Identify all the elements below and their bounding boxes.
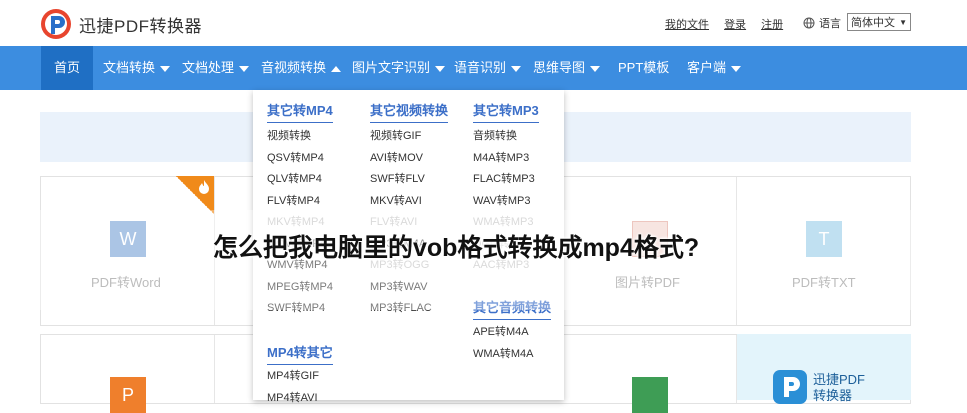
caret-down-icon xyxy=(590,65,601,72)
top-links: 我的文件 登录 注册 xyxy=(665,16,795,32)
nav-doc-convert[interactable]: 文档转换 xyxy=(103,46,171,90)
register-link[interactable]: 注册 xyxy=(761,19,783,31)
col-head-mp4-to-other[interactable]: MP4转其它 xyxy=(267,342,333,365)
language-select-value: 简体中文 xyxy=(851,17,895,29)
promo-sub: 转换器 xyxy=(813,388,853,403)
nav-doc-process[interactable]: 文档处理 xyxy=(182,46,250,90)
card-pdf-green[interactable] xyxy=(563,335,737,413)
caret-down-icon xyxy=(731,65,742,72)
hot-badge xyxy=(176,176,214,214)
dropdown-menu-item[interactable]: FLAC转MP3 xyxy=(473,170,535,186)
dropdown-menu-item[interactable]: MKV转AVI xyxy=(370,192,422,208)
col-head-other-video[interactable]: 其它视频转换 xyxy=(370,100,449,123)
dropdown-menu-item[interactable]: QLV转MP4 xyxy=(267,170,322,186)
nav-av-convert[interactable]: 音视频转换 xyxy=(261,46,342,90)
dropdown-menu-item[interactable]: FLV转MP4 xyxy=(267,192,320,208)
promo-card[interactable]: 迅捷PDF 转换器 xyxy=(737,334,911,404)
caret-down-icon xyxy=(435,65,446,72)
nav-home[interactable]: 首页 xyxy=(41,46,93,90)
dropdown-menu-item[interactable]: MP4转AVI xyxy=(267,389,318,405)
language-select[interactable]: 简体中文 ▼ xyxy=(847,13,911,31)
ppt-file-icon: P xyxy=(110,377,146,413)
card-ppt[interactable]: P xyxy=(41,335,215,413)
nav-speech-label: 语音识别 xyxy=(454,60,507,75)
nav-client[interactable]: 客户端 xyxy=(687,46,742,90)
promo-brand: 迅捷PDF xyxy=(813,372,866,387)
caret-down-icon xyxy=(160,65,171,72)
nav-doc-process-label: 文档处理 xyxy=(182,60,235,75)
dropdown-menu-item[interactable]: M4A转MP3 xyxy=(473,149,529,165)
my-files-link[interactable]: 我的文件 xyxy=(665,19,709,31)
dropdown-menu-item[interactable]: 视频转GIF xyxy=(370,127,421,143)
caret-down-icon xyxy=(239,65,250,72)
caret-down-icon xyxy=(511,65,522,72)
caret-up-icon xyxy=(331,65,342,72)
nav-ocr[interactable]: 图片文字识别 xyxy=(352,46,446,90)
top-bar: 迅捷PDF转换器 我的文件 登录 注册 语言 简体中文 ▼ xyxy=(0,0,967,46)
flame-icon xyxy=(199,180,209,194)
nav-mindmap[interactable]: 思维导图 xyxy=(533,46,601,90)
dropdown-menu-item[interactable]: QSV转MP4 xyxy=(267,149,324,165)
dropdown-menu-item[interactable]: APE转M4A xyxy=(473,323,529,339)
dropdown-menu-item[interactable]: AVI转MOV xyxy=(370,149,423,165)
nav-speech[interactable]: 语音识别 xyxy=(454,46,522,90)
language-text: 语言 xyxy=(819,18,841,30)
language-label: 语言 xyxy=(803,15,841,31)
nav-client-label: 客户端 xyxy=(687,60,727,75)
chevron-down-icon: ▼ xyxy=(899,17,907,27)
pdf-file-icon xyxy=(632,377,668,413)
dropdown-menu-item[interactable]: 视频转换 xyxy=(267,127,311,143)
dropdown-menu-item[interactable]: 音频转换 xyxy=(473,127,517,143)
app-logo-icon xyxy=(773,370,807,404)
dropdown-menu-item[interactable]: WAV转MP3 xyxy=(473,192,530,208)
col-head-to-mp3[interactable]: 其它转MP3 xyxy=(473,100,539,123)
globe-icon xyxy=(803,17,815,29)
dropdown-menu-item[interactable]: MP4转GIF xyxy=(267,367,319,383)
main-nav: 首页 文档转换 文档处理 音视频转换 图片文字识别 语音识别 思维导图 PPT模… xyxy=(0,46,967,90)
nav-ppt[interactable]: PPT模板 xyxy=(618,46,669,90)
overlay-question-title: 怎么把我电脑里的vob格式转换成mp4格式? xyxy=(213,234,700,262)
nav-home-label: 首页 xyxy=(53,60,80,75)
nav-ppt-label: PPT模板 xyxy=(618,60,670,75)
nav-mindmap-label: 思维导图 xyxy=(533,60,586,75)
dropdown-menu-item[interactable]: SWF转FLV xyxy=(370,170,425,186)
brand-name[interactable]: 迅捷PDF转换器 xyxy=(79,12,202,37)
nav-doc-convert-label: 文档转换 xyxy=(103,60,156,75)
login-link[interactable]: 登录 xyxy=(724,19,746,31)
app-logo-icon[interactable] xyxy=(40,8,72,40)
nav-av-convert-label: 音视频转换 xyxy=(261,60,327,75)
nav-ocr-label: 图片文字识别 xyxy=(352,60,431,75)
ppt-file-icon-letter: P xyxy=(121,384,134,405)
col-head-to-mp4[interactable]: 其它转MP4 xyxy=(267,100,333,123)
dropdown-menu-item[interactable]: WMA转M4A xyxy=(473,345,534,361)
